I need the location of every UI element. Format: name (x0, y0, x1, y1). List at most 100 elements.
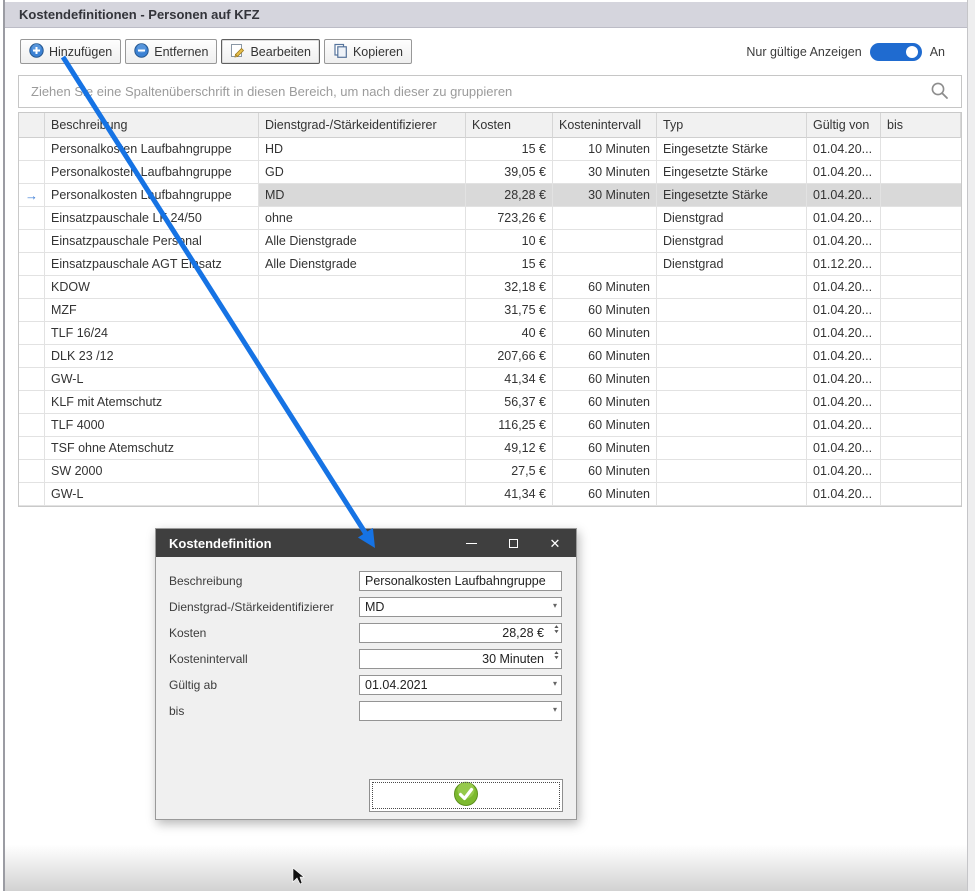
edit-button[interactable]: Bearbeiten (221, 39, 319, 64)
column-header-kosten[interactable]: Kosten (466, 113, 553, 138)
cell-gueltig_von[interactable]: 01.04.20... (807, 483, 881, 506)
cell-bis[interactable] (881, 460, 961, 483)
spinner-up-down-icon[interactable]: ▲▼ (554, 651, 559, 661)
kosten-spinner[interactable]: 28,28 € ▲▼ (359, 623, 562, 643)
cell-dienstgrad[interactable]: GD (259, 161, 466, 184)
table-row[interactable]: TSF ohne Atemschutz49,12 €60 Minuten01.0… (19, 437, 961, 460)
cell-gueltig_von[interactable]: 01.12.20... (807, 253, 881, 276)
cell-intervall[interactable]: 30 Minuten (553, 161, 657, 184)
cell-beschreibung[interactable]: TLF 16/24 (45, 322, 259, 345)
cell-beschreibung[interactable]: TSF ohne Atemschutz (45, 437, 259, 460)
minimize-button[interactable] (450, 529, 492, 557)
close-button[interactable]: ✕ (534, 529, 576, 557)
cell-kosten[interactable]: 116,25 € (466, 414, 553, 437)
cell-kosten[interactable]: 15 € (466, 138, 553, 161)
cell-bis[interactable] (881, 322, 961, 345)
cell-gueltig_von[interactable]: 01.04.20... (807, 345, 881, 368)
table-row[interactable]: TLF 4000116,25 €60 Minuten01.04.20... (19, 414, 961, 437)
cell-intervall[interactable]: 60 Minuten (553, 414, 657, 437)
cell-bis[interactable] (881, 161, 961, 184)
add-button[interactable]: Hinzufügen (20, 39, 121, 64)
copy-button[interactable]: Kopieren (324, 39, 412, 64)
cell-beschreibung[interactable]: MZF (45, 299, 259, 322)
cell-kosten[interactable]: 32,18 € (466, 276, 553, 299)
column-header-gueltig-von[interactable]: Gültig von (807, 113, 881, 138)
cell-kosten[interactable]: 41,34 € (466, 368, 553, 391)
table-row[interactable]: Personalkosten LaufbahngruppeGD39,05 €30… (19, 161, 961, 184)
cell-beschreibung[interactable]: GW-L (45, 483, 259, 506)
cell-kosten[interactable]: 10 € (466, 230, 553, 253)
cell-gueltig_von[interactable]: 01.04.20... (807, 207, 881, 230)
cell-intervall[interactable] (553, 253, 657, 276)
cell-dienstgrad[interactable] (259, 368, 466, 391)
cell-beschreibung[interactable]: TLF 4000 (45, 414, 259, 437)
cell-bis[interactable] (881, 345, 961, 368)
beschreibung-input[interactable]: Personalkosten Laufbahngruppe (359, 571, 562, 591)
cell-kosten[interactable]: 28,28 € (466, 184, 553, 207)
cell-bis[interactable] (881, 207, 961, 230)
table-row[interactable]: GW-L41,34 €60 Minuten01.04.20... (19, 483, 961, 506)
table-row[interactable]: Einsatzpauschale PersonalAlle Dienstgrad… (19, 230, 961, 253)
maximize-button[interactable] (492, 529, 534, 557)
group-by-panel[interactable]: Ziehen Sie eine Spaltenüberschrift in di… (18, 75, 962, 108)
column-header-kostenintervall[interactable]: Kostenintervall (553, 113, 657, 138)
cell-intervall[interactable] (553, 230, 657, 253)
cell-dienstgrad[interactable] (259, 414, 466, 437)
cell-gueltig_von[interactable]: 01.04.20... (807, 322, 881, 345)
cell-bis[interactable] (881, 483, 961, 506)
cell-kosten[interactable]: 723,26 € (466, 207, 553, 230)
table-row[interactable]: DLK 23 /12207,66 €60 Minuten01.04.20... (19, 345, 961, 368)
cell-kosten[interactable]: 49,12 € (466, 437, 553, 460)
cell-kosten[interactable]: 39,05 € (466, 161, 553, 184)
cell-gueltig_von[interactable]: 01.04.20... (807, 161, 881, 184)
cell-bis[interactable] (881, 138, 961, 161)
cell-gueltig_von[interactable]: 01.04.20... (807, 460, 881, 483)
dienstgrad-dropdown[interactable]: MD ▾ (359, 597, 562, 617)
cell-beschreibung[interactable]: GW-L (45, 368, 259, 391)
cell-kosten[interactable]: 15 € (466, 253, 553, 276)
bis-datepicker[interactable]: ▾ (359, 701, 562, 721)
table-row[interactable]: →Personalkosten LaufbahngruppeMD28,28 €3… (19, 184, 961, 207)
cell-intervall[interactable]: 30 Minuten (553, 184, 657, 207)
cell-typ[interactable]: Eingesetzte Stärke (657, 161, 807, 184)
search-icon[interactable] (930, 81, 949, 103)
cell-intervall[interactable]: 60 Minuten (553, 322, 657, 345)
cell-beschreibung[interactable]: SW 2000 (45, 460, 259, 483)
cell-beschreibung[interactable]: DLK 23 /12 (45, 345, 259, 368)
cell-bis[interactable] (881, 276, 961, 299)
cell-intervall[interactable]: 60 Minuten (553, 483, 657, 506)
cell-kosten[interactable]: 27,5 € (466, 460, 553, 483)
cell-typ[interactable] (657, 483, 807, 506)
cell-gueltig_von[interactable]: 01.04.20... (807, 184, 881, 207)
cell-intervall[interactable]: 10 Minuten (553, 138, 657, 161)
cell-kosten[interactable]: 40 € (466, 322, 553, 345)
cell-dienstgrad[interactable] (259, 322, 466, 345)
cell-gueltig_von[interactable]: 01.04.20... (807, 391, 881, 414)
cell-typ[interactable] (657, 345, 807, 368)
cell-dienstgrad[interactable] (259, 276, 466, 299)
spinner-up-down-icon[interactable]: ▲▼ (554, 625, 559, 635)
cell-intervall[interactable]: 60 Minuten (553, 437, 657, 460)
cell-beschreibung[interactable]: KLF mit Atemschutz (45, 391, 259, 414)
cell-typ[interactable]: Dienstgrad (657, 253, 807, 276)
dialog-titlebar[interactable]: Kostendefinition ✕ (156, 529, 576, 557)
cell-typ[interactable]: Dienstgrad (657, 230, 807, 253)
cell-typ[interactable] (657, 299, 807, 322)
cell-dienstgrad[interactable] (259, 391, 466, 414)
table-row[interactable]: GW-L41,34 €60 Minuten01.04.20... (19, 368, 961, 391)
table-row[interactable]: MZF31,75 €60 Minuten01.04.20... (19, 299, 961, 322)
valid-only-toggle[interactable] (870, 43, 922, 61)
table-row[interactable]: Einsatzpauschale LF 24/50ohne723,26 €Die… (19, 207, 961, 230)
cell-gueltig_von[interactable]: 01.04.20... (807, 138, 881, 161)
cell-typ[interactable]: Dienstgrad (657, 207, 807, 230)
cell-intervall[interactable] (553, 207, 657, 230)
ok-button[interactable] (369, 779, 563, 812)
cell-dienstgrad[interactable] (259, 483, 466, 506)
cell-typ[interactable] (657, 391, 807, 414)
cell-bis[interactable] (881, 391, 961, 414)
cell-beschreibung[interactable]: Personalkosten Laufbahngruppe (45, 161, 259, 184)
cell-typ[interactable] (657, 368, 807, 391)
column-header-typ[interactable]: Typ (657, 113, 807, 138)
remove-button[interactable]: Entfernen (125, 39, 217, 64)
table-row[interactable]: Einsatzpauschale AGT EinsatzAlle Dienstg… (19, 253, 961, 276)
